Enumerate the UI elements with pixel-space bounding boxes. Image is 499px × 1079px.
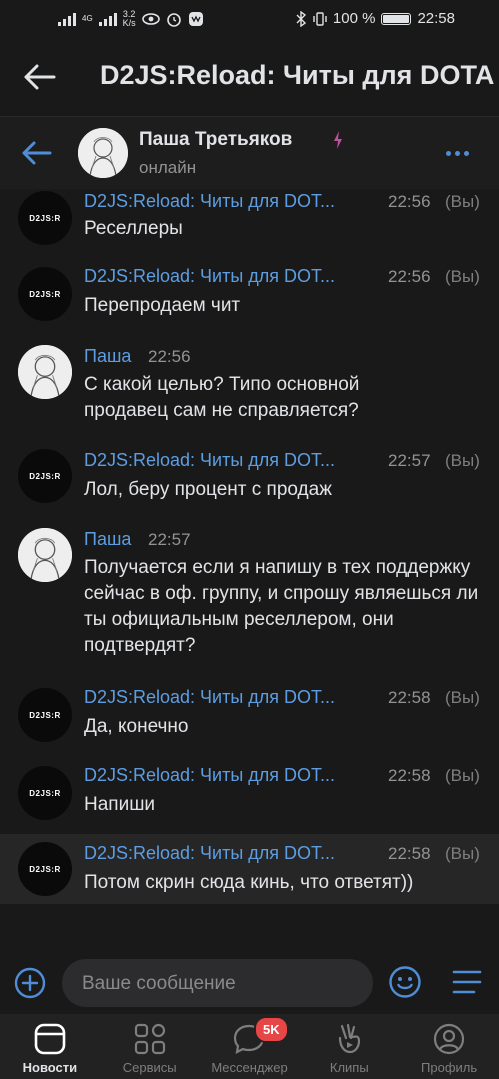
nav-label: Профиль (421, 1060, 478, 1075)
contact-avatar[interactable] (18, 528, 72, 582)
message-sender[interactable]: D2JS:Reload: Читы для DOT... (84, 765, 335, 786)
contact-avatar[interactable] (78, 128, 128, 178)
message-time: 22:58 (388, 844, 431, 863)
bluetooth-icon (296, 10, 306, 27)
community-title: D2JS:Reload: Читы для DOTA 2 (100, 60, 499, 90)
news-icon (34, 1023, 66, 1055)
alarm-icon (166, 13, 181, 27)
nav-label: Мессенджер (211, 1060, 288, 1075)
own-message-mark: (Вы) (445, 192, 480, 211)
nav-label: Сервисы (122, 1060, 177, 1075)
message-text: Потом скрин сюда кинь, что ответят)) (84, 872, 414, 893)
battery-percent: 100 % (332, 10, 376, 27)
clock: 22:58 (417, 10, 455, 27)
nav-item-clips[interactable]: Клипы (299, 1014, 399, 1079)
message-composer (0, 950, 499, 1014)
message-item[interactable]: D2JS:R D2JS:Reload: Читы для DOT... 22:5… (0, 265, 499, 329)
vibrate-icon (313, 11, 327, 26)
message-item[interactable]: D2JS:R D2JS:Reload: Читы для DOT... 22:5… (0, 447, 499, 511)
message-sender[interactable]: Паша (84, 529, 131, 550)
message-input-wrapper (62, 959, 373, 1009)
bolt-icon (334, 131, 342, 149)
signal-icon-2 (98, 12, 117, 26)
message-text: Лол, беру процент с продаж (84, 479, 332, 500)
message-sender[interactable]: D2JS:Reload: Читы для DOT... (84, 450, 335, 471)
clips-icon (339, 1023, 361, 1054)
message-sender[interactable]: D2JS:Reload: Читы для DOT... (84, 266, 335, 287)
message-item[interactable]: D2JS:R D2JS:Reload: Читы для DOT... 22:5… (0, 764, 499, 828)
back-arrow-icon[interactable] (22, 62, 56, 92)
community-avatar[interactable]: D2JS:R (18, 191, 72, 245)
profile-icon (433, 1023, 465, 1055)
community-avatar[interactable]: D2JS:R (18, 688, 72, 742)
message-time: 22:58 (388, 688, 431, 707)
attach-plus-icon[interactable] (14, 967, 46, 999)
keyboard-menu-icon[interactable] (452, 968, 482, 996)
own-message-mark: (Вы) (445, 688, 480, 707)
message-item-highlighted[interactable]: D2JS:R D2JS:Reload: Читы для DOT... 22:5… (0, 834, 499, 904)
messenger-unread-badge: 5K (254, 1016, 289, 1043)
eye-icon (141, 13, 160, 25)
message-text: Реселлеры (84, 218, 183, 239)
message-text: Перепродаем чит (84, 295, 241, 316)
own-message-mark: (Вы) (445, 844, 480, 863)
own-message-mark: (Вы) (445, 267, 480, 286)
message-sender[interactable]: Паша (84, 346, 131, 367)
network-speed: 3.2 K/s (122, 9, 136, 28)
message-text: С какой целью? Типо основной продавец са… (84, 374, 360, 421)
nav-label: Новости (22, 1060, 78, 1075)
message-item[interactable]: Паша 22:57 Получается если я напишу в те… (0, 526, 499, 666)
signal-icon (58, 12, 76, 26)
message-text: Напиши (84, 794, 156, 815)
community-avatar[interactable]: D2JS:R (18, 449, 72, 503)
message-time: 22:56 (388, 192, 431, 211)
community-avatar[interactable]: D2JS:R (18, 842, 72, 896)
network-type: 4G (82, 14, 93, 23)
message-sender[interactable]: D2JS:Reload: Читы для DOT... (84, 843, 335, 864)
message-time: 22:56 (148, 347, 191, 366)
message-item[interactable]: D2JS:R D2JS:Reload: Читы для DOT... 22:5… (0, 686, 499, 750)
emoji-icon[interactable] (388, 965, 422, 999)
vk-notification-icon (188, 12, 203, 26)
message-text: Получается если я напишу в тех поддержку… (84, 557, 479, 656)
more-options-icon[interactable] (446, 151, 469, 156)
message-time: 22:57 (148, 530, 191, 549)
nav-label: Клипы (329, 1060, 369, 1075)
message-text: Да, конечно (84, 716, 189, 737)
bottom-navigation: Новости Сервисы Мессенджер Клипы Профиль… (0, 1014, 499, 1079)
own-message-mark: (Вы) (445, 451, 480, 470)
message-item[interactable]: Паша 22:56 С какой целью? Типо основной … (0, 343, 499, 433)
message-time: 22:58 (388, 766, 431, 785)
battery-icon (381, 12, 412, 25)
community-avatar[interactable]: D2JS:R (18, 267, 72, 321)
services-icon (134, 1023, 165, 1055)
message-time: 22:56 (388, 267, 431, 286)
nav-item-services[interactable]: Сервисы (100, 1014, 200, 1079)
contact-avatar[interactable] (18, 345, 72, 399)
community-avatar[interactable]: D2JS:R (18, 766, 72, 820)
contact-status: онлайн (139, 158, 197, 177)
message-time: 22:57 (388, 451, 431, 470)
chat-header: Паша Третьяков онлайн (0, 117, 499, 189)
nav-item-news[interactable]: Новости (0, 1014, 100, 1079)
message-sender[interactable]: D2JS:Reload: Читы для DOT... (84, 191, 335, 212)
status-bar: 4G 3.2 K/s 100 % 22:58 (0, 0, 499, 38)
message-item[interactable]: D2JS:R D2JS:Reload: Читы для DOT... 22:5… (0, 189, 499, 253)
app-bar: D2JS:Reload: Читы для DOTA 2 (0, 38, 499, 117)
chat-back-icon[interactable] (20, 139, 52, 167)
message-input[interactable] (80, 959, 364, 1009)
own-message-mark: (Вы) (445, 766, 480, 785)
nav-item-profile[interactable]: Профиль (399, 1014, 499, 1079)
contact-name[interactable]: Паша Третьяков (139, 129, 292, 151)
message-sender[interactable]: D2JS:Reload: Читы для DOT... (84, 687, 335, 708)
